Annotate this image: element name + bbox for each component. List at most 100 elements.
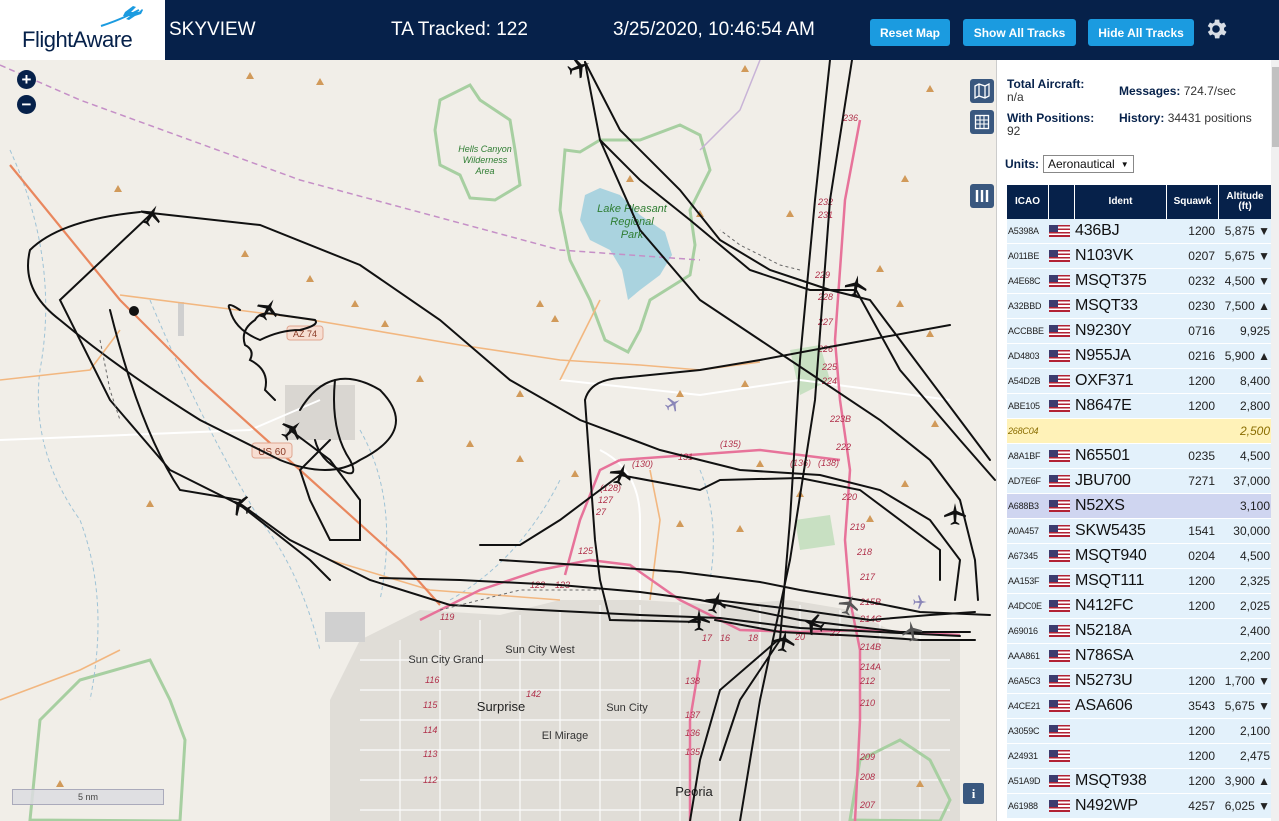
cell-icao: A0A457: [1008, 526, 1039, 536]
cell-squawk: 1200: [1188, 574, 1215, 588]
table-row[interactable]: AA153F MSQT111 1200 2,325: [1007, 569, 1271, 594]
table-row[interactable]: A3059C 1200 2,100: [1007, 719, 1271, 744]
cell-flag: [1049, 625, 1075, 637]
cell-altitude: 2,500: [1239, 424, 1270, 438]
table-row[interactable]: AD7E6F JBU700 7271 37,000: [1007, 469, 1271, 494]
svg-text:16: 16: [720, 633, 730, 643]
cell-squawk: 1541: [1188, 524, 1215, 538]
hide-all-tracks-button[interactable]: Hide All Tracks: [1088, 19, 1194, 46]
col-header-flag[interactable]: [1049, 185, 1075, 219]
units-label: Units:: [1005, 157, 1039, 171]
cell-altitude: 2,475: [1239, 749, 1270, 763]
svg-text:210: 210: [859, 698, 875, 708]
airport-icon: [913, 595, 927, 609]
cell-altitude: 3,900 ▲: [1224, 774, 1270, 788]
cell-icao: AAA861: [1008, 651, 1040, 661]
scrollbar-thumb[interactable]: [1272, 67, 1279, 147]
aircraft-icon[interactable]: [800, 611, 826, 637]
col-header-altitude[interactable]: Altitude (ft): [1219, 185, 1271, 219]
table-row[interactable]: 268C04 2,500: [1007, 419, 1271, 444]
table-row[interactable]: AD4803 N955JA 0216 5,900 ▲: [1007, 344, 1271, 369]
aircraft-icon[interactable]: [942, 501, 968, 527]
cell-altitude: 3,100: [1239, 499, 1270, 513]
us-flag-icon: [1049, 600, 1070, 612]
map-layers-button[interactable]: [970, 79, 994, 103]
svg-text:18: 18: [748, 633, 758, 643]
cell-flag: [1049, 475, 1075, 487]
aircraft-icon[interactable]: [566, 60, 592, 80]
total-aircraft-stat: Total Aircraft: n/a: [1007, 78, 1084, 104]
info-button[interactable]: i: [963, 783, 984, 804]
aircraft-icon[interactable]: [843, 273, 869, 299]
aircraft-icon[interactable]: [138, 202, 164, 228]
table-row[interactable]: A51A9D MSQT938 1200 3,900 ▲: [1007, 769, 1271, 794]
label-el-mirage: El Mirage: [542, 730, 588, 742]
cell-icao: AD4803: [1008, 351, 1040, 361]
aircraft-icon[interactable]: [255, 296, 281, 322]
us-flag-icon: [1049, 325, 1070, 337]
table-row[interactable]: A5398A 436BJ 1200 5,875 ▼: [1007, 219, 1271, 244]
cell-ident: N9230Y: [1075, 322, 1132, 339]
cell-altitude: 4,500: [1239, 449, 1270, 463]
svg-text:227: 227: [817, 317, 834, 327]
cell-altitude: 2,325: [1239, 574, 1270, 588]
cell-ident: N8647E: [1075, 397, 1132, 414]
svg-text:224: 224: [821, 376, 837, 386]
show-all-tracks-button[interactable]: Show All Tracks: [963, 19, 1076, 46]
col-header-ident[interactable]: Ident: [1075, 185, 1167, 219]
sidebar-scrollbar[interactable]: [1271, 60, 1279, 821]
zoom-in-button[interactable]: +: [17, 70, 36, 89]
grid-overlay-button[interactable]: [970, 110, 994, 134]
aircraft-icon[interactable]: [686, 607, 712, 633]
zoom-out-button[interactable]: −: [17, 95, 36, 114]
table-row[interactable]: A54D2B OXF371 1200 8,400: [1007, 369, 1271, 394]
total-aircraft-value: n/a: [1007, 90, 1024, 104]
gear-icon[interactable]: [1203, 16, 1229, 42]
table-row[interactable]: A67345 MSQT940 0204 4,500: [1007, 544, 1271, 569]
table-row[interactable]: A0A457 SKW5435 1541 30,000: [1007, 519, 1271, 544]
aircraft-icon[interactable]: [279, 417, 305, 443]
table-row[interactable]: ACCBBE N9230Y 0716 9,925: [1007, 319, 1271, 344]
table-row[interactable]: A688B3 N52XS 3,100: [1007, 494, 1271, 519]
table-row[interactable]: A24931 1200 2,475: [1007, 744, 1271, 769]
col-header-squawk[interactable]: Squawk: [1167, 185, 1219, 219]
cell-altitude: 8,400: [1239, 374, 1270, 388]
table-row[interactable]: A4E68C MSQT375 0232 4,500 ▼: [1007, 269, 1271, 294]
table-row[interactable]: A32BBD MSQT33 0230 7,500 ▲: [1007, 294, 1271, 319]
map-icon: [974, 83, 990, 99]
table-row[interactable]: A4CE21 ASA606 3543 5,675 ▼: [1007, 694, 1271, 719]
flightaware-logo[interactable]: FlightAware: [0, 0, 165, 60]
svg-text:229: 229: [814, 270, 830, 280]
table-row[interactable]: A61988 N492WP 4257 6,025 ▼: [1007, 794, 1271, 819]
cell-icao: A54D2B: [1008, 376, 1041, 386]
aircraft-icon[interactable]: [608, 461, 634, 487]
toggle-sidebar-button[interactable]: [970, 184, 994, 208]
svg-text:(135): (135): [720, 439, 741, 449]
aircraft-icon[interactable]: [771, 628, 797, 654]
cell-altitude: 2,800: [1239, 399, 1270, 413]
table-row[interactable]: A8A1BF N65501 0235 4,500: [1007, 444, 1271, 469]
map-scale-bar: 5 nm: [12, 789, 164, 805]
aircraft-icon[interactable]: [900, 619, 924, 643]
aircraft-icon[interactable]: [837, 593, 861, 617]
aircraft-icon[interactable]: [227, 492, 253, 518]
reset-map-button[interactable]: Reset Map: [870, 19, 950, 46]
map-canvas[interactable]: Hells Canyon Wilderness Area Lake Pleasant…: [0, 60, 996, 821]
us-flag-icon: [1049, 675, 1070, 687]
table-row[interactable]: ABE105 N8647E 1200 2,800: [1007, 394, 1271, 419]
table-row[interactable]: A69016 N5218A 2,400: [1007, 619, 1271, 644]
units-select[interactable]: Aeronautical ▼: [1043, 155, 1134, 173]
table-row[interactable]: AAA861 N786SA 2,200: [1007, 644, 1271, 669]
svg-text:27: 27: [595, 507, 607, 517]
cell-icao: A32BBD: [1008, 301, 1042, 311]
us-flag-icon: [1049, 475, 1070, 487]
cell-squawk: 1200: [1188, 224, 1215, 238]
table-row[interactable]: A4DC0E N412FC 1200 2,025: [1007, 594, 1271, 619]
us-flag-icon: [1049, 725, 1070, 737]
cell-squawk: 0204: [1188, 549, 1215, 563]
col-header-icao[interactable]: ICAO: [1007, 185, 1049, 219]
table-row[interactable]: A6A5C3 N5273U 1200 1,700 ▼: [1007, 669, 1271, 694]
app-title: SKYVIEW: [169, 19, 256, 40]
table-row[interactable]: A011BE N103VK 0207 5,675 ▼: [1007, 244, 1271, 269]
cell-altitude: 4,500 ▼: [1224, 274, 1270, 288]
